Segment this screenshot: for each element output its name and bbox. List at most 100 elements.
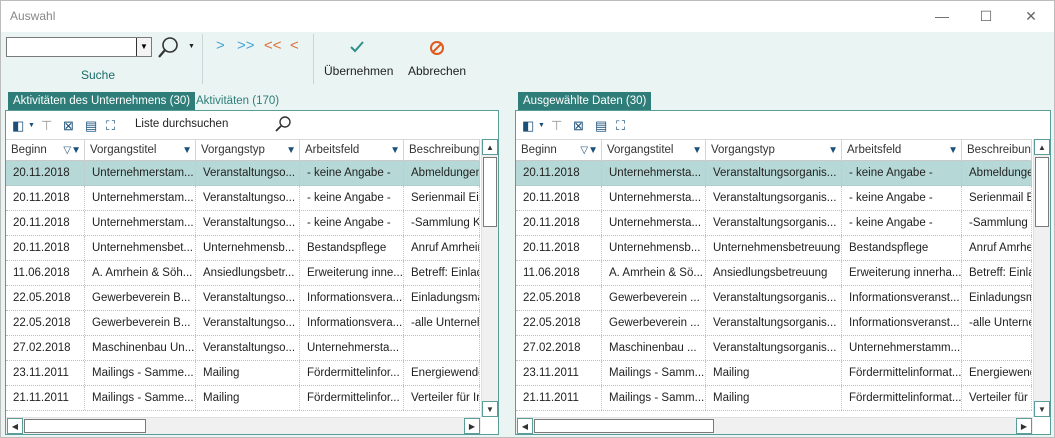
tab-company-activities[interactable]: Aktivitäten des Unternehmens (30) (8, 92, 196, 110)
column-header-arbeitsfeld[interactable]: Arbeitsfeld ▼ (842, 140, 962, 161)
table-row[interactable]: 11.06.2018 A. Amrhein & Sö... Ansiedlungsb… (516, 261, 1032, 286)
column-header-vorgangstyp[interactable]: Vorgangstyp ▼ (196, 140, 300, 161)
table-cell: Maschinenbau ... (602, 336, 706, 360)
filter-icon[interactable]: ▼ (390, 140, 400, 161)
filter-icon[interactable]: ▽▼ (63, 140, 81, 161)
cancel-button[interactable]: Abbrechen (403, 32, 473, 86)
table-row[interactable]: 20.11.2018 Unternehmersta... Veranstaltung… (516, 186, 1032, 211)
filter-icon[interactable]: ▼ (828, 140, 838, 161)
table-row[interactable]: 20.11.2018 Unternehmersta... Veranstaltung… (516, 161, 1032, 186)
table-row[interactable]: 22.05.2018 Gewerbeverein ... Veranstaltung… (516, 311, 1032, 336)
tab-activities[interactable]: Aktivitäten (170) (191, 92, 284, 110)
table-row[interactable]: 20.11.2018 Unternehmensbet... Unternehmens… (6, 236, 480, 261)
table-row[interactable]: 20.11.2018 Unternehmerstam... Veranstaltun… (6, 161, 480, 186)
left-horizontal-scrollbar[interactable]: ◀ ▶ (6, 417, 481, 434)
table-cell: 22.05.2018 (516, 286, 602, 310)
filter-icon[interactable]: ▼ (286, 140, 296, 161)
table-row[interactable]: 20.11.2018 Unternehmerstam... Veranstaltun… (6, 186, 480, 211)
column-header-beschreibung[interactable]: Beschreibung (962, 140, 1032, 161)
table-row[interactable]: 20.11.2018 Unternehmensb... Unternehmensbe… (516, 236, 1032, 261)
list-search-label[interactable]: Liste durchsuchen (135, 118, 228, 130)
column-header-beschreibung[interactable]: Beschreibung (404, 140, 480, 161)
move-right-button[interactable]: > (216, 37, 225, 54)
column-header-vorgangstitel[interactable]: Vorgangstitel ▼ (85, 140, 196, 161)
table-row[interactable]: 27.02.2018 Maschinenbau ... Veranstaltungs… (516, 336, 1032, 361)
scroll-thumb[interactable] (483, 157, 497, 227)
filter-icon[interactable]: ▼ (692, 140, 702, 161)
left-vertical-scrollbar[interactable]: ▲ ▼ (481, 139, 498, 417)
fullscreen-icon[interactable]: ⛶ (106, 118, 115, 134)
right-horizontal-scrollbar[interactable]: ◀ ▶ (516, 417, 1033, 434)
table-cell: Unternehmensbet... (85, 236, 196, 260)
column-header-beginn[interactable]: Beginn ▽▼ (6, 140, 85, 161)
export-excel-icon[interactable]: ⊠ (573, 118, 584, 134)
table-row[interactable]: 21.11.2011 Mailings - Samm... Mailing Förde… (516, 386, 1032, 411)
tab-selected-data[interactable]: Ausgewählte Daten (30) (518, 92, 652, 110)
clear-filter-icon[interactable]: ⊤ (551, 118, 562, 134)
export-excel-icon[interactable]: ⊠ (63, 118, 74, 134)
scroll-thumb[interactable] (534, 419, 714, 433)
scroll-thumb[interactable] (24, 419, 146, 433)
table-row[interactable]: 20.11.2018 Unternehmersta... Veranstaltung… (516, 211, 1032, 236)
scroll-right-button[interactable]: ▶ (464, 418, 480, 434)
move-left-button[interactable]: < (290, 37, 299, 54)
search-icon[interactable] (274, 115, 292, 133)
scroll-up-button[interactable]: ▲ (1034, 139, 1050, 155)
scroll-down-button[interactable]: ▼ (482, 401, 498, 417)
table-view-icon[interactable]: ▤ (85, 118, 97, 134)
table-row[interactable]: 22.05.2018 Gewerbeverein B... Veranstaltun… (6, 311, 480, 336)
filter-icon[interactable]: ▼ (948, 140, 958, 161)
column-header-beginn[interactable]: Beginn ▽▼ (516, 140, 602, 161)
filter-icon[interactable]: ▽▼ (580, 140, 598, 161)
right-grid-toolbar: ◧ ▼ ⊤ ⊠ ▤ ⛶ (516, 111, 1050, 139)
table-row[interactable]: 11.06.2018 A. Amrhein & Söh... Ansiedlungs… (6, 261, 480, 286)
table-cell: Unternehmersta... (300, 336, 404, 360)
minimize-button[interactable]: — (927, 5, 957, 27)
table-cell: Mailing (706, 361, 842, 385)
search-combobox[interactable]: ▼ (6, 37, 152, 57)
scroll-left-button[interactable]: ◀ (517, 418, 533, 434)
table-row[interactable]: 22.05.2018 Gewerbeverein ... Veranstaltung… (516, 286, 1032, 311)
chevron-down-icon[interactable]: ▼ (136, 38, 151, 56)
filter-icon[interactable]: ▼ (182, 140, 192, 161)
chevron-down-icon[interactable]: ▼ (538, 122, 545, 129)
left-grid-toolbar: ◧ ▼ ⊤ ⊠ ▤ ⛶ Liste durchsuchen (6, 111, 498, 139)
column-header-arbeitsfeld[interactable]: Arbeitsfeld ▼ (300, 140, 404, 161)
move-all-left-button[interactable]: << (264, 37, 282, 54)
table-row[interactable]: 20.11.2018 Unternehmerstam... Veranstaltun… (6, 211, 480, 236)
maximize-button[interactable]: ☐ (971, 5, 1001, 27)
scroll-left-button[interactable]: ◀ (7, 418, 23, 434)
right-vertical-scrollbar[interactable]: ▲ ▼ (1033, 139, 1050, 417)
left-grid-header: Beginn ▽▼ Vorgangstitel ▼ Vorgangstyp ▼ Arb… (6, 139, 480, 161)
search-icon[interactable] (156, 36, 184, 60)
scroll-right-button[interactable]: ▶ (1016, 418, 1032, 434)
move-all-right-button[interactable]: >> (237, 37, 255, 54)
close-button[interactable]: ✕ (1016, 5, 1046, 27)
scroll-up-button[interactable]: ▲ (482, 139, 498, 155)
search-dropdown-icon[interactable]: ▼ (188, 43, 195, 50)
table-view-icon[interactable]: ▤ (595, 118, 607, 134)
table-row[interactable]: 21.11.2011 Mailings - Samme... Mailing Förd… (6, 386, 480, 411)
table-cell: Informationsveranst... (842, 286, 962, 310)
table-cell: -alle Unterneh (404, 311, 480, 335)
column-chooser-icon[interactable]: ◧ (522, 118, 534, 134)
table-row[interactable]: 23.11.2011 Mailings - Samme... Mailing Förd… (6, 361, 480, 386)
column-header-vorgangstyp[interactable]: Vorgangstyp ▼ (706, 140, 842, 161)
scroll-down-button[interactable]: ▼ (1034, 401, 1050, 417)
clear-filter-icon[interactable]: ⊤ (41, 118, 52, 134)
table-cell: Informationsvera... (300, 311, 404, 335)
table-cell: Bestandspflege (300, 236, 404, 260)
chevron-down-icon[interactable]: ▼ (28, 122, 35, 129)
table-cell: - keine Angabe - (300, 186, 404, 210)
table-row[interactable]: 22.05.2018 Gewerbeverein B... Veranstaltun… (6, 286, 480, 311)
table-cell: Veranstaltungsorganis... (706, 186, 842, 210)
table-row[interactable]: 27.02.2018 Maschinenbau Un... Veranstaltun… (6, 336, 480, 361)
apply-button[interactable]: Übernehmen (319, 32, 397, 86)
table-row[interactable]: 23.11.2011 Mailings - Samm... Mailing Förde… (516, 361, 1032, 386)
toolbar-separator (313, 34, 314, 84)
scroll-thumb[interactable] (1035, 157, 1049, 227)
fullscreen-icon[interactable]: ⛶ (616, 118, 625, 134)
table-cell: Veranstaltungso... (196, 336, 300, 360)
column-header-vorgangstitel[interactable]: Vorgangstitel ▼ (602, 140, 706, 161)
column-chooser-icon[interactable]: ◧ (12, 118, 24, 134)
